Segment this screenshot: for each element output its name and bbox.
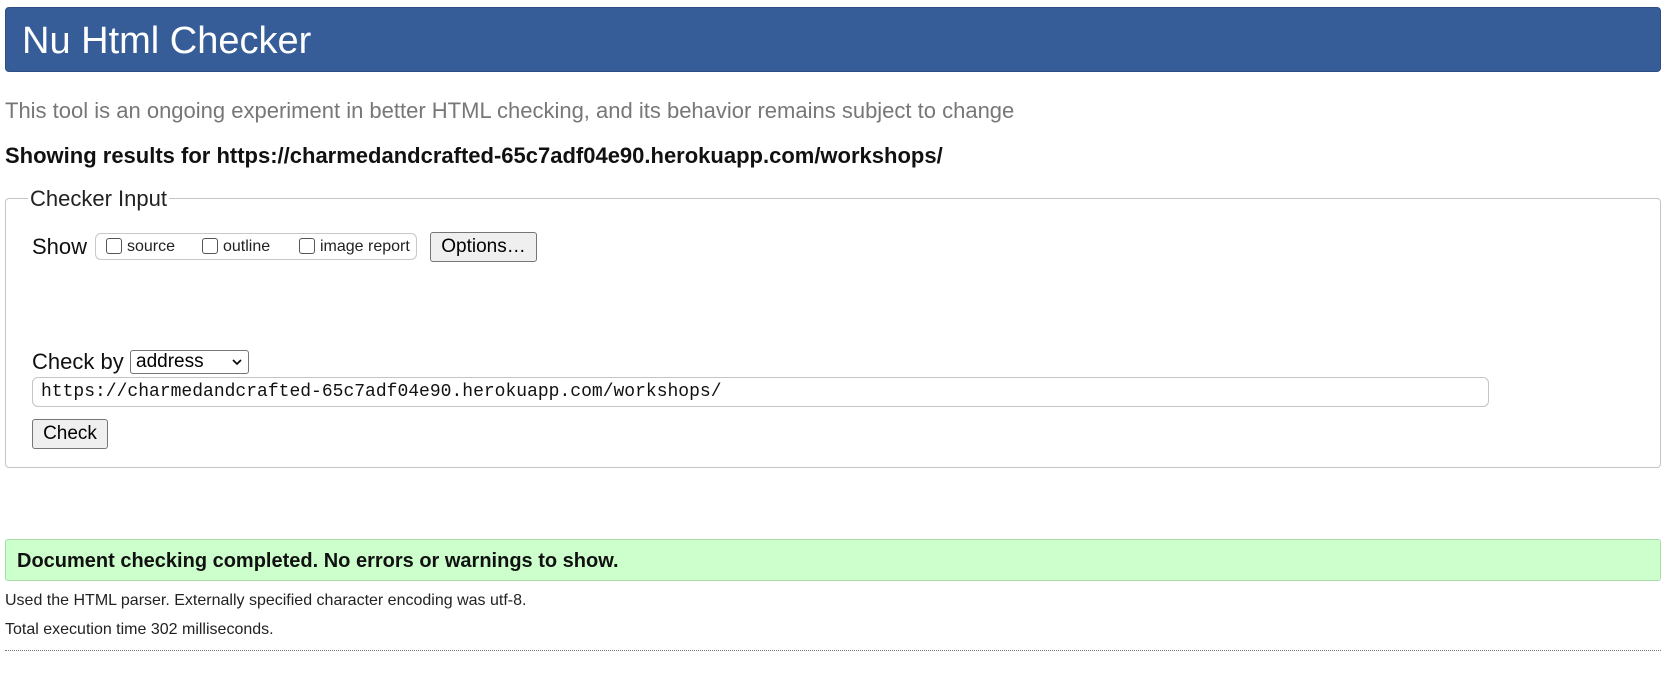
options-button[interactable]: Options… [430,232,537,262]
url-input[interactable]: https://charmedandcrafted-65c7adf04e90.h… [32,377,1489,407]
check-by-selected-value: address [136,351,204,372]
divider [5,650,1661,651]
header-banner: Nu Html Checker [5,7,1661,72]
chevron-down-icon [232,359,242,366]
outline-checkbox-label: outline [223,238,271,255]
intro-subtitle: This tool is an ongoing experiment in be… [5,98,1015,123]
page: Nu Html Checker This tool is an ongoing … [0,0,1670,698]
check-by-select[interactable]: address [130,350,249,374]
source-checkbox-item[interactable]: source [106,236,175,258]
results-for-heading: Showing results for https://charmedandcr… [5,143,943,168]
execution-time: Total execution time 302 milliseconds. [5,621,274,638]
parser-info: Used the HTML parser. Externally specifi… [5,592,527,609]
source-checkbox[interactable] [106,238,122,254]
check-button[interactable]: Check [32,419,108,449]
success-message: Document checking completed. No errors o… [17,550,619,572]
image-report-checkbox[interactable] [299,238,315,254]
checker-input-fieldset: Checker Input Show source outline image … [5,186,1661,468]
image-report-checkbox-item[interactable]: image report [299,236,410,258]
success-message-box: Document checking completed. No errors o… [5,539,1661,581]
image-report-checkbox-label: image report [320,238,410,255]
show-options-group: source outline image report [95,233,417,260]
outline-checkbox-item[interactable]: outline [202,236,270,258]
show-label: Show [32,234,88,259]
source-checkbox-label: source [127,238,176,255]
page-title: Nu Html Checker [22,20,312,62]
outline-checkbox[interactable] [202,238,218,254]
checker-input-legend: Checker Input [28,186,169,212]
check-by-label: Check by [32,349,124,374]
